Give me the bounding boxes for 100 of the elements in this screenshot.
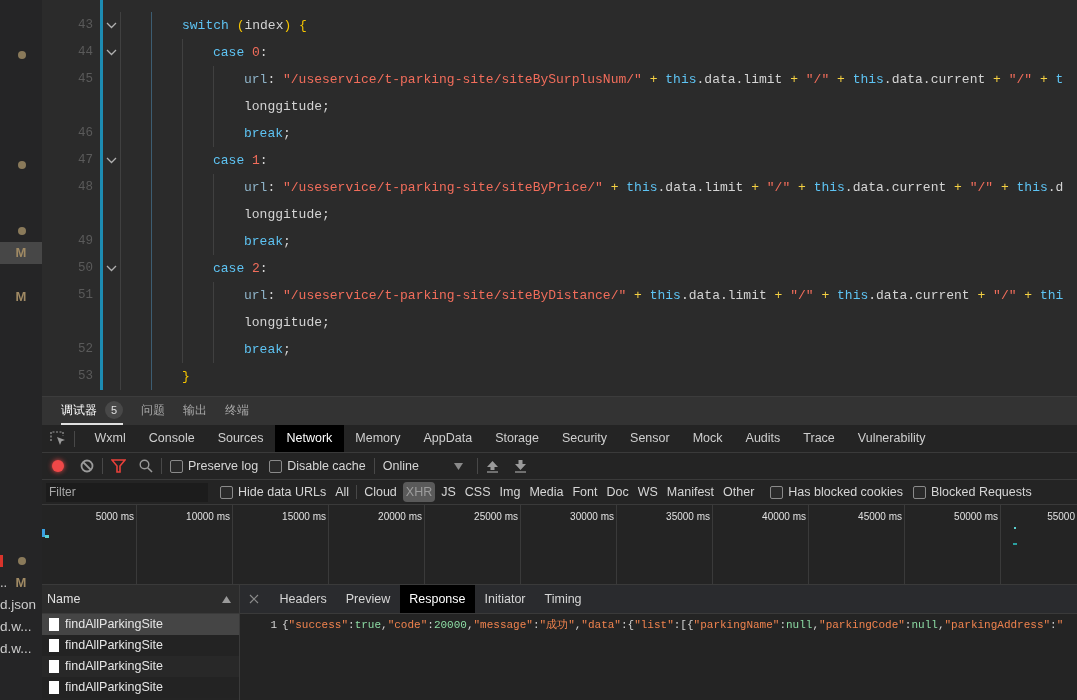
time-tick: 25000 ms <box>474 510 518 524</box>
chevron-down-icon[interactable] <box>106 157 117 164</box>
checkbox[interactable] <box>220 485 233 499</box>
type-filter[interactable]: CSS <box>461 481 494 503</box>
panel-tab[interactable]: 调试器 5 <box>61 397 123 425</box>
sort-arrow-icon <box>222 595 231 603</box>
chevron-down-icon[interactable] <box>106 49 117 56</box>
code-line: case 1: <box>213 151 268 170</box>
devtools-tab[interactable]: Mock <box>681 425 735 452</box>
upload-icon[interactable] <box>485 459 499 473</box>
file-icon <box>49 618 59 631</box>
type-filter[interactable]: All <box>332 481 353 503</box>
request-name: findAllParkingSite <box>65 679 163 697</box>
devtools-tab[interactable]: Vulnerability <box>846 425 937 452</box>
time-tick: 55000 <box>1047 510 1075 524</box>
request-row[interactable]: findAllParkingSite <box>42 614 239 635</box>
checkbox-label: Disable cache <box>287 457 366 475</box>
code-line: break; <box>244 232 291 251</box>
line-number: 1 <box>270 618 277 633</box>
devtools-tab[interactable]: Storage <box>483 425 551 452</box>
panel-tab[interactable]: 输出 <box>183 397 207 425</box>
detail-tab[interactable]: Timing <box>535 585 592 613</box>
request-timing-mark <box>42 529 49 539</box>
type-filter[interactable]: Other <box>720 481 758 503</box>
checkbox[interactable] <box>770 485 784 499</box>
request-timing-mark <box>1013 527 1018 547</box>
detail-tab[interactable]: Response <box>399 585 475 613</box>
time-tick: 45000 ms <box>858 510 902 524</box>
type-filter[interactable]: Manifest <box>663 481 718 503</box>
column-header[interactable]: Name <box>42 585 239 614</box>
checkbox[interactable] <box>170 459 183 473</box>
code-line: longgitude; <box>244 205 330 224</box>
type-filter[interactable]: Font <box>569 481 601 503</box>
record-button[interactable] <box>52 460 64 472</box>
devtools-tab[interactable]: Network <box>275 425 344 452</box>
devtools-tab[interactable]: Console <box>137 425 207 452</box>
throttling-select[interactable]: Online <box>382 456 469 476</box>
type-filter[interactable]: Doc <box>603 481 632 503</box>
filter-field[interactable]: Filter <box>46 482 208 502</box>
code-line: url: "/useservice/t-parking-site/siteBySurplusNum/" + this.data.limit + "/" + this.data.current + "/" + t <box>244 70 1064 89</box>
time-tick: 40000 ms <box>762 510 806 524</box>
time-tick: 20000 ms <box>378 510 422 524</box>
devtools-tab[interactable]: Trace <box>791 425 847 452</box>
checkbox[interactable] <box>269 459 283 473</box>
type-filter[interactable]: JS <box>438 481 459 503</box>
panel-tab[interactable]: 问题 <box>141 397 165 425</box>
request-row[interactable]: findAllParkingSite <box>42 656 239 677</box>
code-line: longgitude; <box>244 313 330 332</box>
git-status: M <box>15 288 27 307</box>
code-line: case 0: <box>213 43 268 62</box>
devtools-tab[interactable]: AppData <box>412 425 484 452</box>
panel-tab[interactable]: 终端 <box>225 397 249 425</box>
code-line: switch (index) { <box>182 16 307 35</box>
checkbox-label: Preserve log <box>188 457 259 475</box>
code-line: case 2: <box>213 259 268 278</box>
git-status: M <box>15 574 27 593</box>
file-name: .. <box>0 574 8 593</box>
devtools-tab[interactable]: Wxml <box>83 425 138 452</box>
detail-tab[interactable]: Headers <box>270 585 337 613</box>
file-name: d.w... <box>0 617 32 636</box>
time-tick: 35000 ms <box>666 510 710 524</box>
devtools-tab[interactable]: Audits <box>734 425 792 452</box>
inspect-icon[interactable] <box>50 430 66 447</box>
download-icon[interactable] <box>513 459 527 473</box>
code-line: longgitude; <box>244 97 330 116</box>
file-icon <box>49 639 59 652</box>
code-line: url: "/useservice/t-parking-site/siteByPrice/" + this.data.limit + "/" + this.data.current + "/" + this.d <box>244 178 1064 197</box>
type-filter[interactable]: WS <box>634 481 661 503</box>
checkbox-label: Blocked Requests <box>931 483 1032 501</box>
type-filter[interactable]: Cloud <box>361 481 400 503</box>
checkbox-label: Has blocked cookies <box>788 483 903 501</box>
detail-tab[interactable]: Initiator <box>475 585 535 613</box>
devtools-tab[interactable]: Security <box>550 425 619 452</box>
time-tick: 10000 ms <box>186 510 230 524</box>
time-tick: 50000 ms <box>954 510 998 524</box>
git-status: M <box>15 244 27 263</box>
devtools-tab[interactable]: Sensor <box>618 425 682 452</box>
code-line: break; <box>244 124 291 143</box>
clear-icon[interactable] <box>80 459 94 473</box>
devtools-tab[interactable]: Sources <box>206 425 275 452</box>
type-filter[interactable]: Media <box>526 481 567 503</box>
time-tick: 15000 ms <box>282 510 326 524</box>
file-name: d.w... <box>0 639 32 658</box>
time-tick: 30000 ms <box>570 510 614 524</box>
request-name: findAllParkingSite <box>65 616 163 634</box>
chevron-down-icon[interactable] <box>106 22 117 29</box>
filter-icon[interactable] <box>111 459 126 473</box>
code-line: url: "/useservice/t-parking-site/siteByDistance/" + this.data.limit + "/" + this.data.current + "/" + thi <box>244 286 1064 305</box>
response-body: {"success":true,"code":20000,"message":"成功","data":{"list":[{"parkingName":null,"parkingCode":null,"parkingAddress":" <box>282 618 1064 633</box>
caret-icon <box>453 462 463 470</box>
search-icon[interactable] <box>139 459 153 473</box>
request-name: findAllParkingSite <box>65 637 163 655</box>
devtools-tab[interactable]: Memory <box>343 425 412 452</box>
detail-tab[interactable]: Preview <box>336 585 400 613</box>
type-filter[interactable]: Img <box>496 481 524 503</box>
file-icon <box>49 681 59 694</box>
close-icon[interactable] <box>249 594 259 604</box>
checkbox[interactable] <box>913 485 926 499</box>
file-icon <box>49 660 59 673</box>
chevron-down-icon[interactable] <box>106 265 117 272</box>
